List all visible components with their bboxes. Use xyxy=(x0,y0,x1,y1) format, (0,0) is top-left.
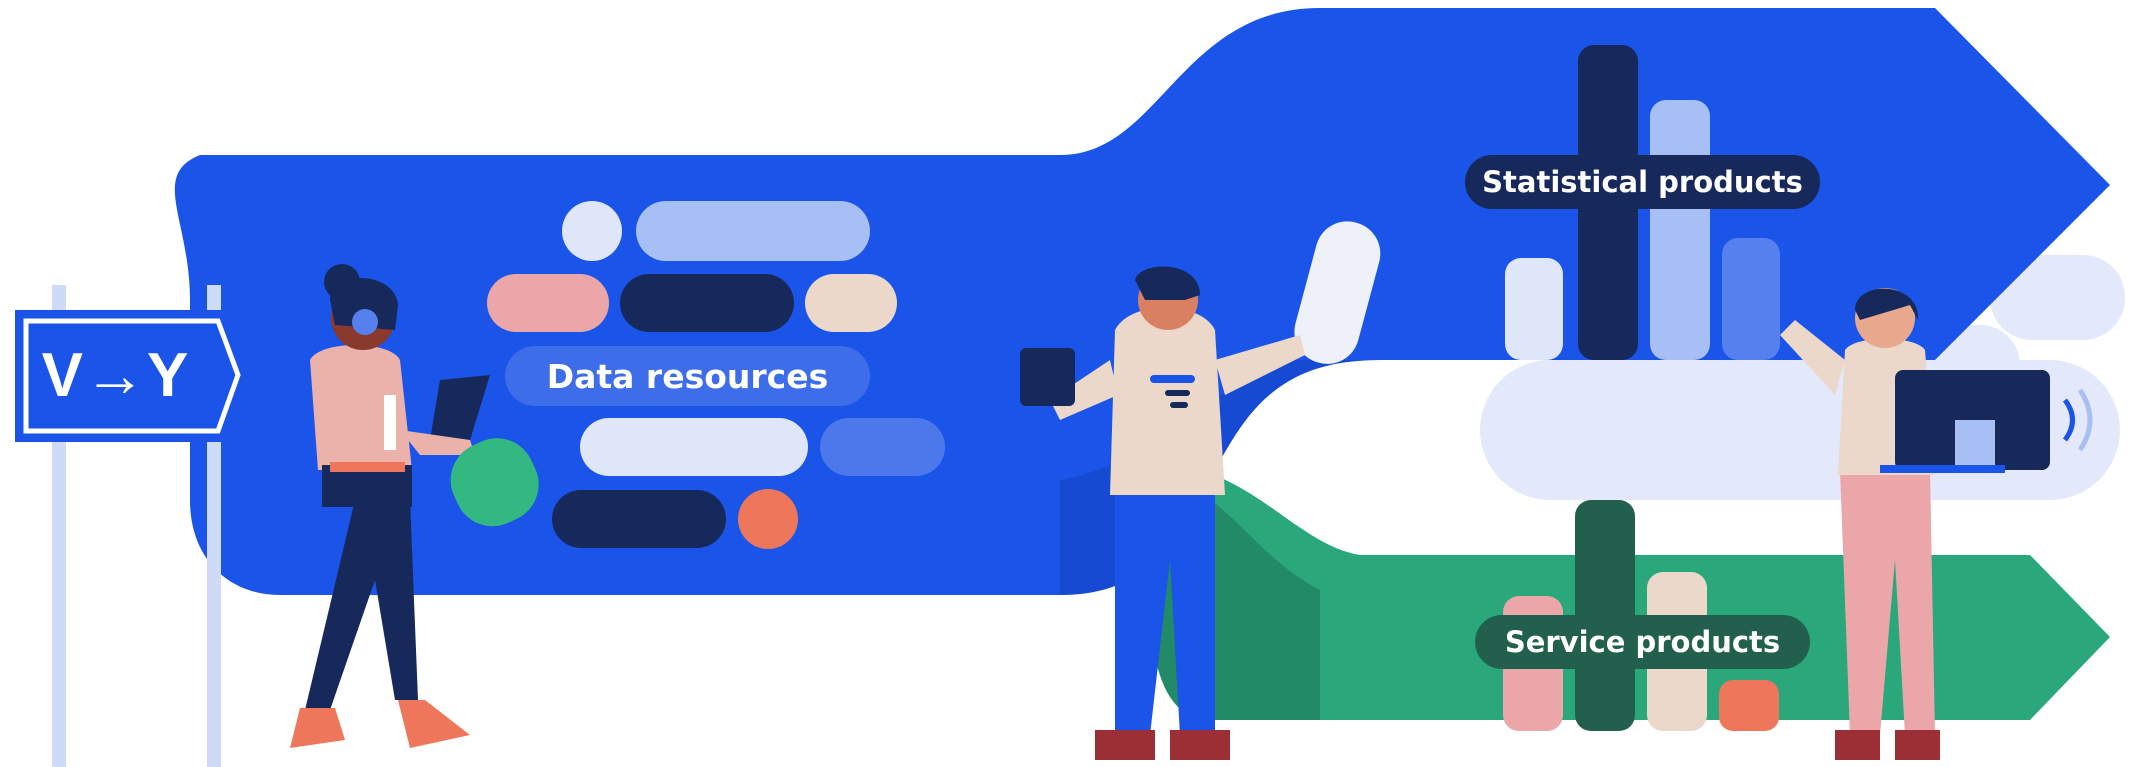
data-resources-label: Data resources xyxy=(546,356,829,396)
stat-bar-1 xyxy=(1505,258,1563,360)
service-products-label: Service products xyxy=(1504,625,1781,659)
signpost-label: V→Y xyxy=(41,341,190,410)
stat-bar-3 xyxy=(1650,100,1710,360)
stat-bar-4 xyxy=(1722,238,1780,360)
statistical-products-label: Statistical products xyxy=(1482,165,1803,199)
service-bar-4 xyxy=(1719,680,1779,731)
